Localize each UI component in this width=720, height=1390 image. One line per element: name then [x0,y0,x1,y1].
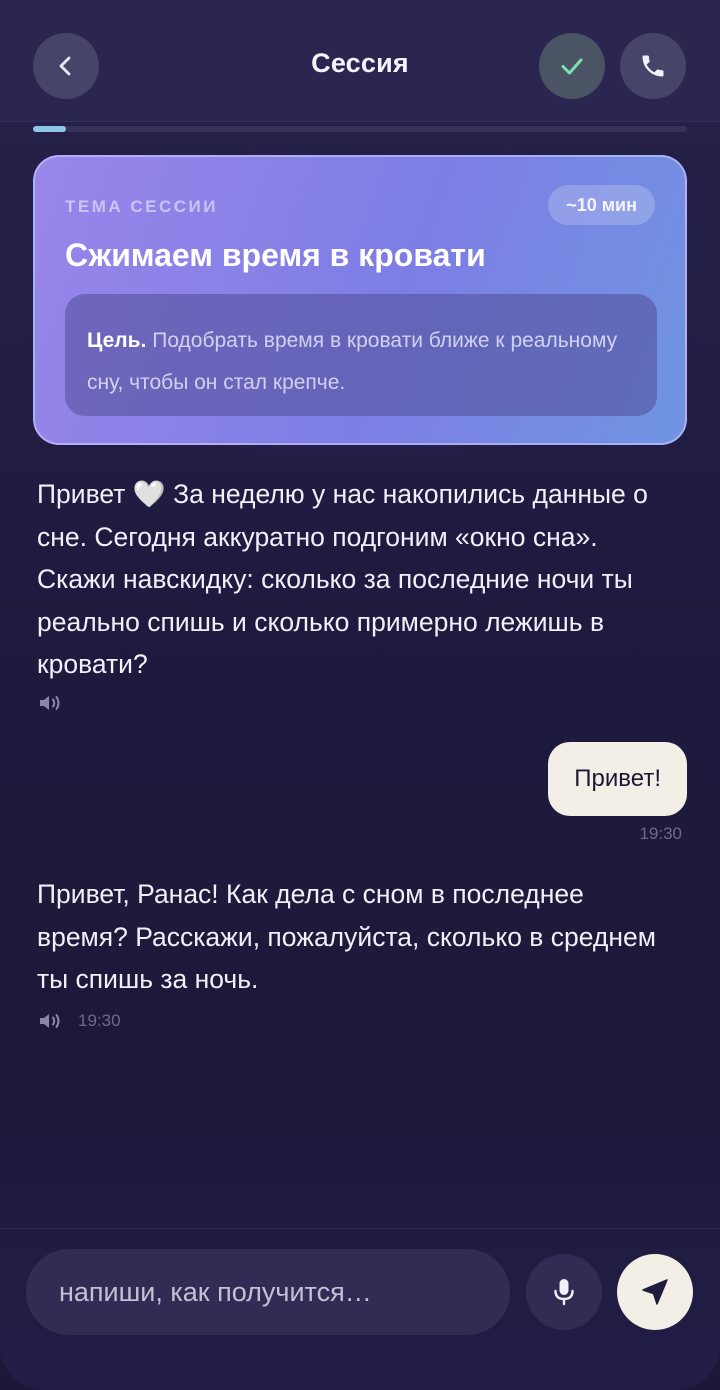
duration-badge: ~10 мин [548,185,655,225]
message-timestamp: 19:30 [78,1011,121,1030]
bot-message: Привет, Ранас! Как дела с сном в последн… [37,879,656,994]
message-text: За неделю у нас накопились данные о сне.… [37,479,648,679]
heart-emoji: 🤍 [132,479,166,509]
message-timestamp: 19:30 [639,824,682,843]
complete-session-button[interactable] [539,33,605,99]
session-topic-card: ТЕМА СЕССИИ ~10 мин Сжимаем время в кров… [33,155,687,445]
send-icon [642,1279,668,1305]
microphone-icon [554,1279,574,1306]
back-button[interactable] [33,33,99,99]
chevron-left-icon [59,56,71,76]
session-progress-fill [33,126,66,132]
speaker-icon[interactable] [38,1011,64,1031]
goal-box: Цель. Подобрать время в кровати ближе к … [65,294,657,416]
session-screen: Сессия ТЕМА СЕССИИ ~10 мин Сжимаем время… [0,0,720,1390]
session-progress-bar [33,126,687,132]
call-button[interactable] [620,33,686,99]
voice-input-button[interactable] [526,1254,602,1330]
user-message-bubble: Привет! [548,742,687,816]
check-icon [561,58,583,75]
message-meta [38,693,64,713]
send-button[interactable] [617,1254,693,1330]
phone-icon [642,55,664,77]
goal-label: Цель. [87,329,147,352]
goal-text: Подобрать время в кровати ближе к реальн… [87,329,618,394]
page-title: Сессия [311,48,409,78]
bot-message: Привет 🤍 За неделю у нас накопились данн… [37,473,677,686]
message-text: Привет [37,479,126,509]
message-meta: 19:30 [38,1011,121,1031]
composer-bar [0,1228,720,1390]
topic-label: ТЕМА СЕССИИ [65,197,218,216]
speaker-icon[interactable] [38,693,64,713]
message-input[interactable] [26,1249,510,1335]
topic-title: Сжимаем время в кровати [65,237,486,273]
header: Сессия [0,0,720,122]
